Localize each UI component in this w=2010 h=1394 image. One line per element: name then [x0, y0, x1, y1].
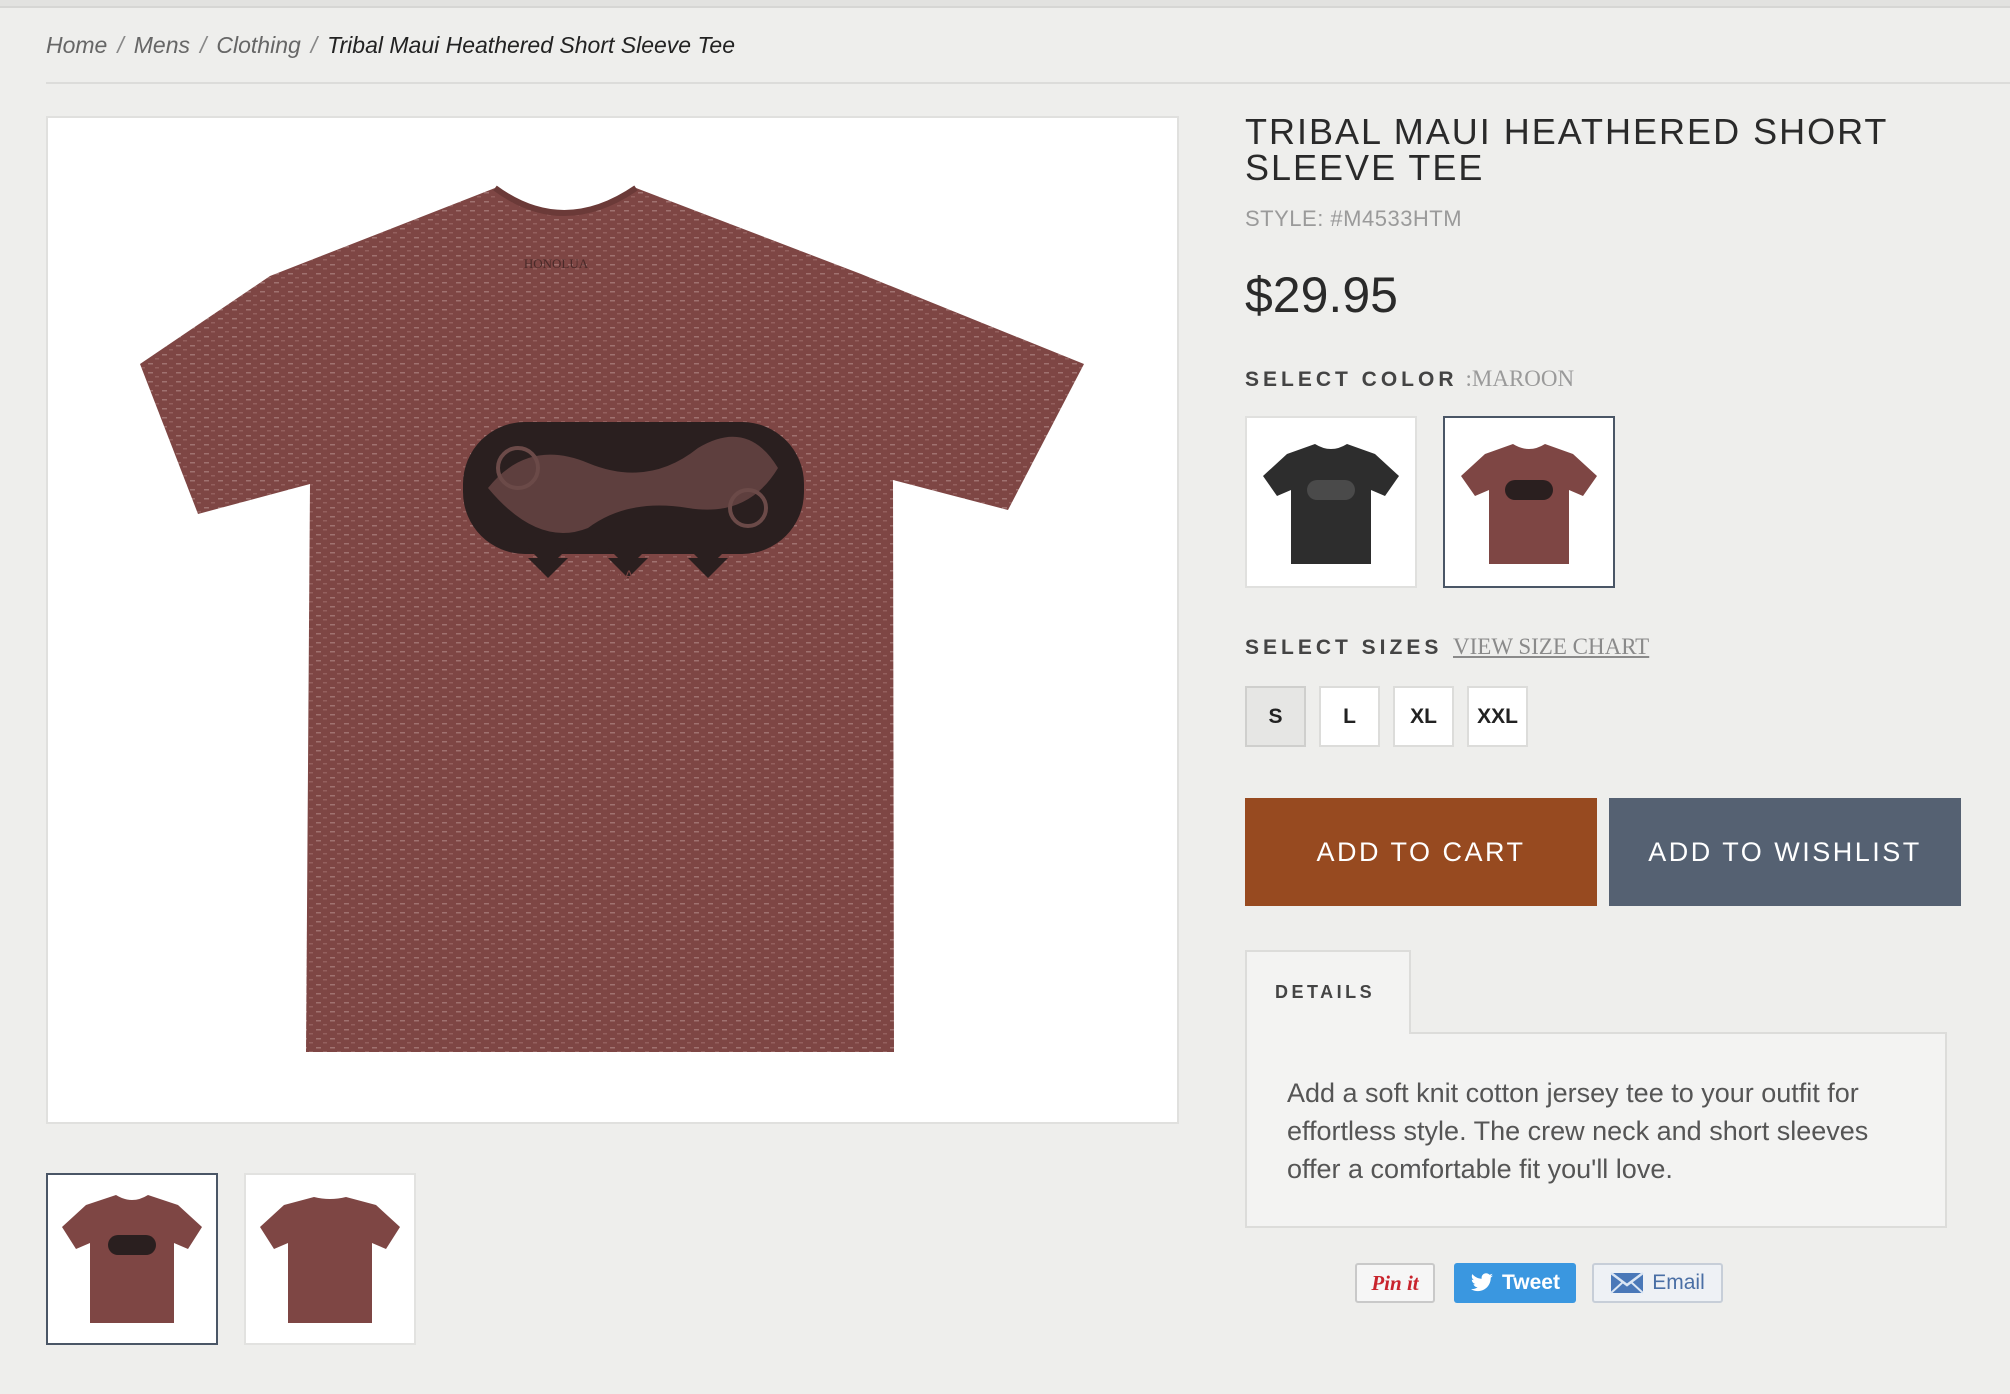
twitter-bird-icon [1470, 1273, 1494, 1293]
thumbnail-back[interactable] [244, 1173, 416, 1345]
maroon-tee-front-illustration: HONOLUA M A U I [140, 185, 1084, 1052]
breadcrumb-mens-link[interactable]: Mens [134, 32, 190, 58]
tee-tag-text: HONOLUA [524, 256, 589, 271]
details-tab[interactable]: DETAILS [1245, 950, 1411, 1034]
select-sizes-label: SELECT SIZES [1245, 636, 1443, 659]
view-size-chart-link[interactable]: VIEW SIZE CHART [1453, 634, 1649, 660]
select-color-row: SELECT COLOR :MAROON [1245, 366, 1574, 392]
main-product-image[interactable]: HONOLUA M A U I [46, 116, 1179, 1124]
product-price: $29.95 [1245, 267, 1398, 323]
pinterest-label: Pin it [1371, 1270, 1419, 1295]
email-share-button[interactable]: Email [1592, 1263, 1723, 1303]
pinterest-button[interactable]: Pin it [1355, 1263, 1435, 1303]
product-title: TRIBAL MAUI HEATHERED SHORT SLEEVE TEE [1245, 111, 1888, 188]
size-option-xxl[interactable]: XXL [1467, 686, 1528, 747]
thumbnail-front[interactable] [46, 1173, 218, 1345]
maroon-tee-swatch-image [1461, 444, 1597, 564]
size-option-l[interactable]: L [1319, 686, 1380, 747]
envelope-icon [1610, 1272, 1644, 1294]
email-label: Email [1652, 1271, 1705, 1294]
add-to-wishlist-button[interactable]: ADD TO WISHLIST [1609, 798, 1961, 906]
breadcrumb-current: Tribal Maui Heathered Short Sleeve Tee [327, 32, 736, 58]
tweet-button[interactable]: Tweet [1454, 1263, 1576, 1303]
breadcrumb-separator: / [310, 32, 318, 58]
thumbnail-front-tee [62, 1195, 202, 1323]
selected-color-value: :MAROON [1465, 366, 1575, 391]
thumbnail-back-tee [260, 1197, 400, 1323]
breadcrumb-divider [46, 82, 2010, 84]
breadcrumb-separator: / [117, 32, 124, 58]
size-option-s[interactable]: S [1245, 686, 1306, 747]
add-to-cart-button[interactable]: ADD TO CART [1245, 798, 1597, 906]
top-rule [0, 0, 2010, 8]
details-description: Add a soft knit cotton jersey tee to you… [1287, 1078, 1869, 1184]
breadcrumb-clothing-link[interactable]: Clothing [216, 32, 300, 58]
select-color-label: SELECT COLOR [1245, 368, 1458, 391]
breadcrumb-separator: / [200, 32, 207, 58]
tee-print-text: M A U I [609, 567, 654, 583]
details-panel: Add a soft knit cotton jersey tee to you… [1245, 1032, 1947, 1228]
color-swatch-maroon[interactable] [1443, 416, 1615, 588]
tweet-label: Tweet [1502, 1271, 1560, 1294]
details-tab-label: DETAILS [1275, 982, 1376, 1002]
breadcrumb-home-link[interactable]: Home [46, 32, 107, 58]
color-swatch-black[interactable] [1245, 416, 1417, 588]
product-style-code: STYLE: #M4533HTM [1245, 206, 1463, 231]
breadcrumb: Home / Mens / Clothing / Tribal Maui Heathered… [46, 32, 735, 59]
black-tee-swatch-image [1263, 444, 1399, 564]
size-option-xl[interactable]: XL [1393, 686, 1454, 747]
